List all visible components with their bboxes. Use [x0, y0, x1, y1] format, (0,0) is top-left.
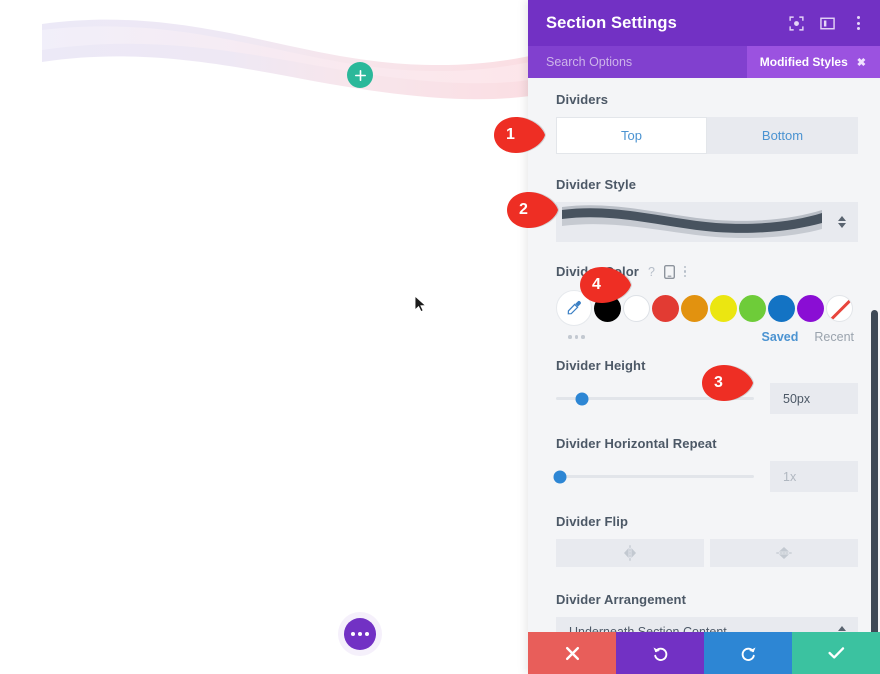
plus-icon: [354, 69, 366, 81]
panel-header: Section Settings: [528, 0, 880, 46]
divider-horizontal-repeat-label: Divider Horizontal Repeat: [556, 436, 717, 451]
cancel-button[interactable]: [528, 632, 616, 674]
divider-flip-row: [556, 539, 858, 567]
redo-button[interactable]: [704, 632, 792, 674]
layout-panel-icon[interactable]: [820, 16, 835, 31]
modified-styles-badge[interactable]: Modified Styles ✖: [746, 46, 880, 78]
overflow-menu-icon[interactable]: [851, 14, 866, 32]
palette-tabs: Saved Recent: [762, 330, 854, 344]
flip-horizontal-icon: [624, 545, 636, 561]
divider-arrangement-label: Divider Arrangement: [556, 592, 687, 607]
focus-target-icon[interactable]: [789, 15, 804, 31]
page-canvas: [0, 0, 530, 674]
divider-height-label: Divider Height: [556, 358, 646, 373]
divider-arrangement-value: Underneath Section Content: [569, 625, 727, 632]
undo-button[interactable]: [616, 632, 704, 674]
tab-saved[interactable]: Saved: [762, 330, 799, 344]
spinner-arrows-icon[interactable]: [838, 216, 846, 228]
slider-knob[interactable]: [553, 470, 567, 483]
more-dots-icon: [351, 632, 369, 636]
overflow-menu-icon[interactable]: [683, 265, 687, 278]
tab-recent[interactable]: Recent: [814, 330, 854, 344]
panel-scrollbar[interactable]: [871, 310, 878, 632]
divider-color-label: Divider Color: [556, 264, 639, 279]
divider-horizontal-repeat-row: 1x: [553, 461, 858, 492]
eyedropper-icon: [567, 301, 581, 315]
divider-horizontal-repeat-input[interactable]: 1x: [770, 461, 858, 492]
flip-vertical-button[interactable]: [710, 539, 858, 567]
check-icon: [827, 647, 844, 659]
close-icon: [565, 646, 579, 660]
help-icon[interactable]: ?: [648, 265, 655, 279]
palette-tabs-row: Saved Recent: [556, 330, 858, 344]
undo-icon: [653, 646, 667, 661]
swatch-red[interactable]: [652, 294, 679, 322]
flip-horizontal-button[interactable]: [556, 539, 704, 567]
modified-styles-label: Modified Styles: [759, 55, 848, 69]
divider-flip-label: Divider Flip: [556, 514, 628, 529]
more-dots-icon[interactable]: [556, 335, 585, 339]
search-bar: Search Options Modified Styles ✖: [528, 46, 880, 78]
add-section-button[interactable]: [347, 62, 373, 88]
swatch-white[interactable]: [623, 294, 650, 322]
divider-arrangement-select[interactable]: Underneath Section Content: [556, 617, 858, 632]
mobile-icon[interactable]: [663, 264, 675, 279]
panel-footer: [528, 632, 880, 674]
section-settings-panel: Section Settings Search Options Modified…: [528, 0, 880, 674]
close-icon[interactable]: ✖: [857, 56, 866, 69]
swatch-none[interactable]: [826, 294, 853, 322]
swatch-black[interactable]: [594, 294, 621, 322]
eyedropper-button[interactable]: [556, 290, 592, 326]
redo-icon: [741, 646, 755, 661]
search-input[interactable]: Search Options: [546, 55, 632, 69]
slider-track: [556, 475, 754, 478]
page-title: Section Settings: [546, 13, 677, 32]
screen: Section Settings Search Options Modified…: [0, 0, 880, 674]
swatch-yellow[interactable]: [710, 294, 737, 322]
dividers-label: Dividers: [556, 92, 609, 107]
swatch-orange[interactable]: [681, 294, 708, 322]
divider-style-label: Divider Style: [556, 177, 637, 192]
swatch-blue[interactable]: [768, 294, 795, 322]
panel-body: Dividers Top Bottom Divider Style Divide…: [528, 78, 880, 632]
page-settings-button[interactable]: [344, 618, 376, 650]
mouse-cursor: [414, 295, 427, 313]
tab-divider-top[interactable]: Top: [556, 117, 707, 154]
divider-height-slider[interactable]: [556, 389, 754, 409]
divider-color-header: Divider Color ?: [556, 264, 858, 279]
dividers-tabs: Top Bottom: [556, 117, 858, 154]
swatch-green[interactable]: [739, 294, 766, 322]
panel-header-icons: [789, 14, 866, 32]
divider-wave-preview: [0, 0, 530, 110]
save-button[interactable]: [792, 632, 880, 674]
divider-horizontal-repeat-slider[interactable]: [553, 467, 754, 487]
color-swatch-row: [556, 290, 858, 326]
tab-divider-bottom[interactable]: Bottom: [707, 117, 858, 154]
divider-style-select[interactable]: [556, 202, 858, 242]
spinner-arrows-icon[interactable]: [838, 626, 846, 632]
divider-height-input[interactable]: 50px: [770, 383, 858, 414]
divider-height-row: 50px: [556, 383, 858, 414]
flip-vertical-icon: [776, 547, 792, 559]
swatch-purple[interactable]: [797, 294, 824, 322]
slider-knob[interactable]: [575, 392, 589, 405]
divider-style-preview: [556, 202, 828, 242]
